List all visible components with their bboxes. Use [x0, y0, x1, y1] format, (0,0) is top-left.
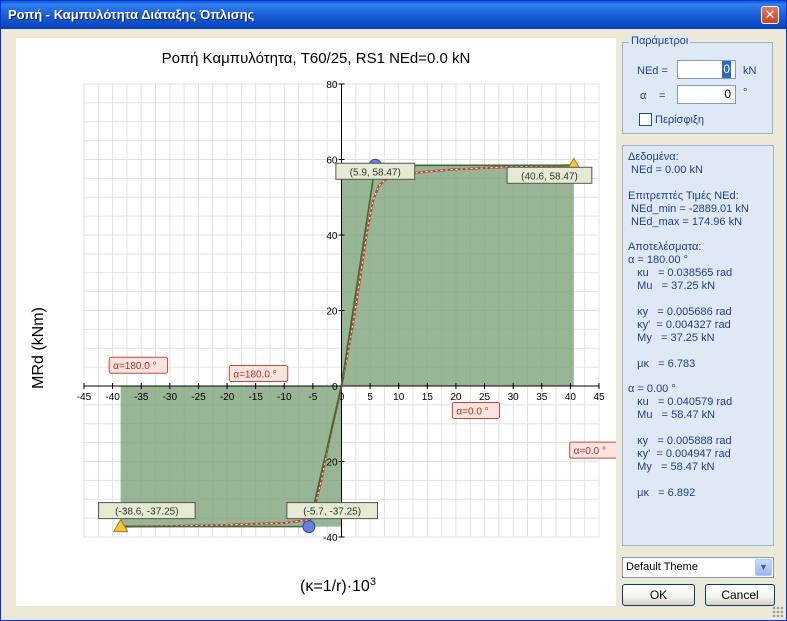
angle-label-text: α=0.0 °: [574, 446, 606, 457]
alpha-equals: =: [659, 90, 666, 102]
x-tick-label: 45: [593, 392, 605, 403]
results-line: Mu = 58.47 kN: [628, 409, 716, 422]
results-line: [628, 177, 749, 190]
close-icon: ✕: [764, 7, 776, 22]
results-line: Επιτρεπτές Τιμές NEd:: [628, 189, 739, 202]
y-tick-label: 20: [326, 307, 338, 318]
results-line: Δεδομένα:: [628, 151, 679, 163]
alpha-label: α: [640, 90, 647, 102]
alpha-unit: °: [743, 87, 748, 99]
confinement-label[interactable]: Περίσφιξη: [655, 114, 704, 126]
results-line: κy' = 0.004327 rad: [628, 318, 731, 331]
yield-point-marker: [302, 520, 316, 534]
parameters-legend: Παράμετροι: [629, 35, 691, 47]
moment-curvature-dialog: Ροπή - Καμπυλότητα Διάταξης Όπλισης ✕ -4…: [0, 0, 787, 621]
results-line: κu = 0.040579 rad: [628, 396, 733, 409]
results-text: Δεδομένα: NEd = 0.00 kN Επιτρεπτές Τιμές…: [628, 151, 749, 499]
results-line: [628, 474, 749, 487]
x-tick-label: 40: [565, 392, 577, 403]
moment-curvature-chart: -45 -40 -35 -30 -25 -20 -15 -10 -5 0 5 10 15 20 25 30 35…: [30, 50, 616, 595]
results-line: κy = 0.005686 rad: [628, 305, 732, 318]
y-tick-label: -40: [323, 533, 338, 544]
y-axis-label: MRd (kNm): [30, 307, 47, 389]
theme-select-value: Default Theme: [626, 561, 698, 573]
x-tick-label: 30: [508, 392, 520, 403]
results-line: [628, 293, 749, 306]
x-tick-label: -15: [248, 392, 263, 403]
angle-label: α=180.0 °: [108, 356, 169, 374]
ned-input-value: 0: [722, 61, 731, 78]
coordinate-label: (-5.7, -37.25): [303, 507, 361, 518]
ned-label: NEd =: [637, 65, 668, 77]
theme-select[interactable]: Default Theme ▼: [622, 557, 774, 578]
y-tick-label: 80: [326, 80, 338, 91]
results-line: [628, 422, 749, 435]
angle-label-text: α=0.0 °: [456, 407, 488, 418]
x-tick-label: -45: [77, 392, 92, 403]
results-line: NEd_max = 174.96 kN: [628, 215, 743, 228]
x-tick-label: 5: [367, 392, 373, 403]
results-line: α = 180.00 °: [628, 254, 688, 267]
chevron-down-icon[interactable]: ▼: [755, 559, 772, 576]
results-line: μκ = 6.783: [628, 357, 696, 370]
results-line: NEd_min = -2889.01 kN: [628, 202, 749, 215]
results-line: [628, 228, 749, 241]
chart-area: -45 -40 -35 -30 -25 -20 -15 -10 -5 0 5 10 15 20 25 30 35…: [16, 38, 616, 606]
angle-label: α=180.0 °: [228, 365, 289, 383]
x-tick-label: 35: [536, 392, 548, 403]
angle-label: α=0.0 °: [451, 402, 501, 420]
ned-input[interactable]: 0: [677, 60, 736, 79]
resize-grip-icon[interactable]: [772, 606, 783, 617]
results-line: κy = 0.005888 rad: [628, 434, 732, 447]
results-line: [628, 345, 749, 358]
x-axis-label: (κ=1/r)·103: [300, 576, 376, 595]
x-tick-label: 15: [422, 392, 434, 403]
close-button[interactable]: ✕: [761, 6, 779, 24]
title-bar[interactable]: Ροπή - Καμπυλότητα Διάταξης Όπλισης ✕: [1, 1, 786, 29]
x-tick-label: -40: [105, 392, 120, 403]
ned-unit: kN: [743, 65, 757, 77]
positive-capacity-area: [341, 165, 574, 386]
confinement-checkbox[interactable]: [639, 113, 652, 126]
x-tick-label: -35: [134, 392, 149, 403]
coordinate-label: (5.9, 58.47): [350, 167, 401, 178]
results-line: My = 37.25 kN: [628, 331, 715, 344]
results-line: My = 58.47 kN: [628, 460, 715, 473]
ok-button[interactable]: OK: [622, 584, 695, 606]
angle-label: α=0.0 °: [569, 441, 616, 459]
x-tick-label: 20: [450, 392, 462, 403]
results-line: NEd = 0.00 kN: [628, 163, 703, 176]
y-tick-label: 40: [326, 231, 338, 242]
x-axis-label-exponent: 3: [370, 576, 376, 588]
x-tick-label: 25: [479, 392, 491, 403]
x-tick-label: 10: [393, 392, 405, 403]
results-line: Αποτελέσματα:: [628, 241, 702, 254]
x-tick-label: -20: [220, 392, 235, 403]
results-line: μκ = 6.892: [628, 486, 696, 499]
y-tick-label: 0: [332, 382, 338, 393]
chart-title: Ροπή Καμπυλότητα, T60/25, RS1 NEd=0.0 kN: [162, 50, 471, 67]
angle-label-text: α=180.0 °: [233, 370, 276, 381]
results-line: Mu = 37.25 kN: [628, 280, 716, 293]
window-title: Ροπή - Καμπυλότητα Διάταξης Όπλισης: [8, 7, 255, 22]
cancel-button[interactable]: Cancel: [705, 584, 775, 606]
coordinate-label: (-38.6, -37.25): [115, 507, 178, 518]
results-line: κy' = 0.004947 rad: [628, 447, 731, 460]
alpha-input-value: 0: [724, 87, 731, 101]
x-tick-label: -30: [163, 392, 178, 403]
results-panel[interactable]: Δεδομένα: NEd = 0.00 kN Επιτρεπτές Τιμές…: [622, 145, 774, 546]
results-line: α = 0.00 °: [628, 383, 676, 396]
coordinate-label: (40.6, 58.47): [521, 171, 578, 182]
x-tick-label: -5: [308, 392, 317, 403]
results-line: κu = 0.038565 rad: [628, 267, 733, 280]
alpha-input[interactable]: 0: [677, 85, 736, 104]
x-tick-label: -25: [191, 392, 206, 403]
angle-label-text: α=180.0 °: [113, 361, 156, 372]
parameters-panel: Παράμετροι NEd = 0 kN α = 0 ° Περίσφιξη: [622, 35, 773, 134]
x-tick-label: -10: [277, 392, 292, 403]
x-axis-label-base: (κ=1/r)·10: [300, 578, 370, 595]
results-line: [628, 370, 749, 383]
